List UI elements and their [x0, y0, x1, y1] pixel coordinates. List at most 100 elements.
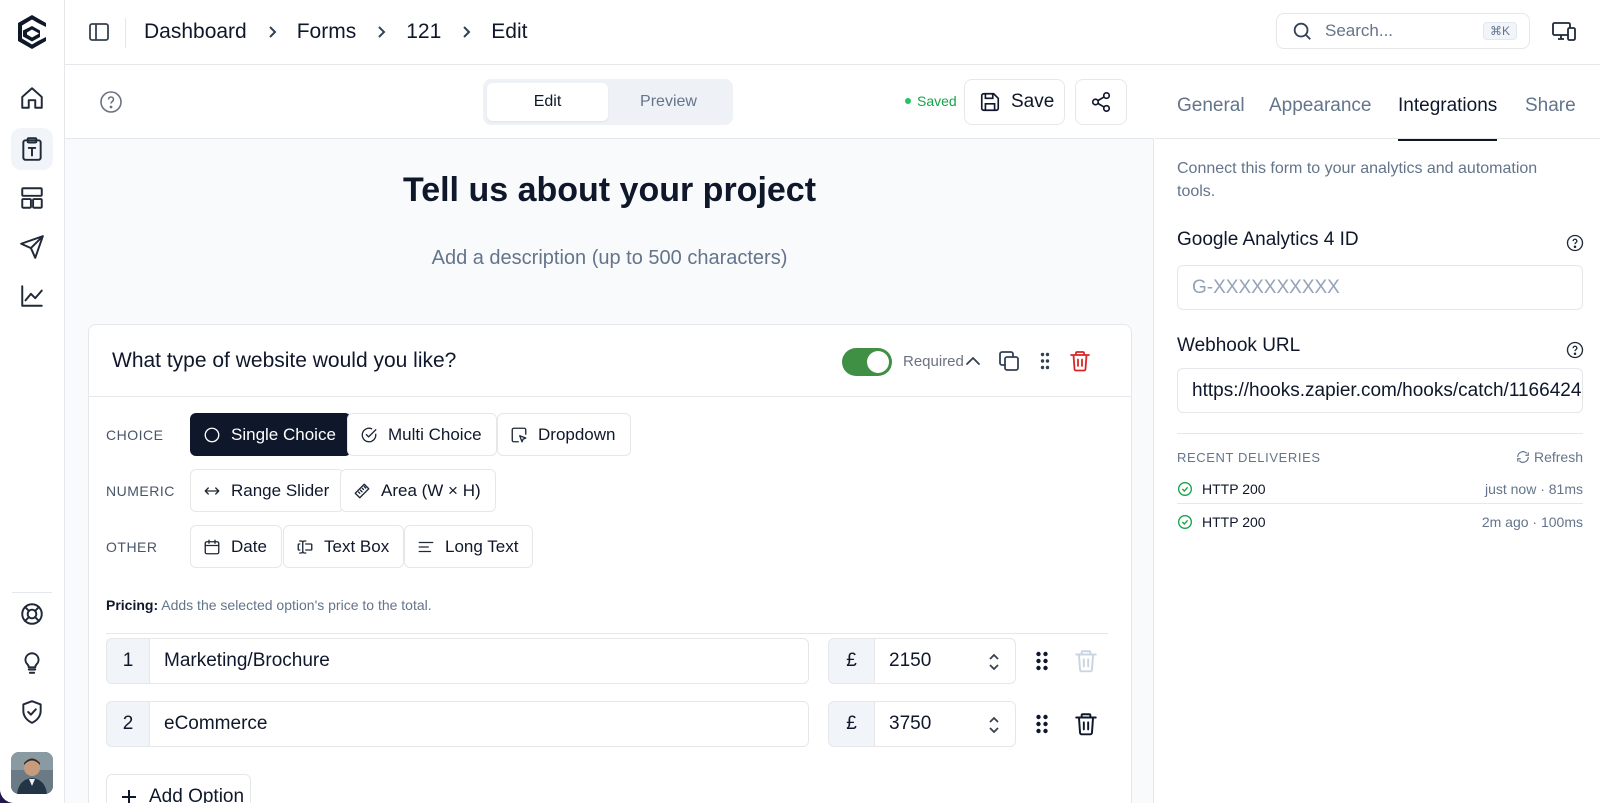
breadcrumb-form-id[interactable]: 121 [406, 20, 441, 44]
type-date[interactable]: Date [190, 525, 282, 568]
line-chart-icon [21, 285, 43, 307]
avatar-photo-icon [11, 752, 53, 794]
square-cursor-icon [511, 427, 527, 442]
webhook-url-label: Webhook URL [1177, 335, 1301, 356]
collapse-button[interactable] [961, 349, 985, 373]
delete-option-button[interactable] [1073, 711, 1099, 737]
option-label-input[interactable]: Marketing/Brochure [149, 638, 809, 684]
ga-help-button[interactable] [1566, 234, 1584, 252]
required-toggle[interactable] [842, 348, 892, 376]
search-input[interactable]: Search... ⌘K [1276, 13, 1530, 49]
stepper-icon[interactable] [987, 714, 1001, 736]
tab-integrations[interactable]: Integrations [1398, 95, 1498, 141]
breadcrumb-current: Edit [491, 20, 528, 43]
chip-label: Text Box [324, 536, 390, 556]
drag-question-handle[interactable] [1033, 349, 1057, 373]
duplicate-button[interactable] [997, 349, 1021, 373]
type-long-text[interactable]: Long Text [404, 525, 534, 568]
check-circle-icon [1178, 515, 1192, 529]
type-dropdown[interactable]: Dropdown [497, 413, 631, 456]
deliveries-divider [1177, 433, 1583, 434]
calendar-icon [204, 539, 220, 554]
share-button[interactable] [1075, 79, 1127, 125]
required-label: Required [903, 353, 964, 370]
delivery-item[interactable]: HTTP 200 just now · 81ms [1177, 473, 1583, 505]
tab-edit[interactable]: Edit [487, 83, 608, 121]
clipboard-text-icon [22, 137, 42, 161]
question-header: What type of website would you like? Req… [89, 325, 1131, 397]
search-icon [1293, 22, 1311, 40]
trash-icon [1075, 650, 1097, 673]
delivery-item[interactable]: HTTP 200 2m ago · 100ms [1177, 506, 1583, 538]
form-editor: Edit Preview Saved Save Tell us about yo… [65, 65, 1154, 803]
recent-deliveries-title: RECENT DELIVERIES [1177, 450, 1321, 465]
chevron-right-icon [456, 22, 476, 42]
circle-check-icon [361, 427, 377, 442]
options-divider [106, 633, 1108, 634]
nav-ideas[interactable] [11, 642, 53, 684]
ga-id-input[interactable]: G-XXXXXXXXXX [1177, 265, 1583, 310]
form-description-input[interactable]: Add a description (up to 500 characters) [65, 247, 1154, 270]
add-option-button[interactable]: Add Option [106, 774, 251, 803]
tab-appearance[interactable]: Appearance [1269, 95, 1371, 139]
device-preview-button[interactable] [1551, 19, 1577, 45]
check-circle-icon [1178, 482, 1192, 496]
option-price-value: 3750 [889, 713, 932, 734]
breadcrumb-dashboard[interactable]: Dashboard [144, 20, 247, 44]
nav-support[interactable] [11, 593, 53, 635]
app-logo-icon[interactable] [14, 13, 50, 51]
help-circle-icon [1566, 234, 1584, 252]
stepper-icon[interactable] [987, 651, 1001, 673]
webhook-url-input[interactable]: https://hooks.zapier.com/hooks/catch/116… [1177, 368, 1583, 413]
drag-option-handle[interactable] [1030, 712, 1054, 736]
life-buoy-icon [21, 603, 43, 625]
type-multi-choice[interactable]: Multi Choice [347, 413, 497, 456]
question-title[interactable]: What type of website would you like? [112, 349, 456, 373]
delete-option-button[interactable] [1073, 648, 1099, 674]
type-single-choice[interactable]: Single Choice [190, 413, 351, 456]
layout-icon [21, 187, 43, 209]
delivery-meta: just now · 81ms [1484, 481, 1583, 497]
refresh-label: Refresh [1533, 449, 1583, 465]
save-icon [980, 92, 1000, 112]
nav-campaigns[interactable] [11, 226, 53, 268]
help-button[interactable] [99, 90, 123, 114]
ruler-icon [354, 483, 370, 498]
pricing-label: Pricing: [106, 597, 159, 613]
refresh-button[interactable]: Refresh [1516, 449, 1583, 465]
edit-preview-switch: Edit Preview [483, 79, 733, 125]
save-button[interactable]: Save [964, 79, 1065, 125]
sidebar-toggle-button[interactable] [87, 20, 111, 44]
type-range-slider[interactable]: Range Slider [190, 469, 345, 512]
tab-preview[interactable]: Preview [608, 83, 729, 121]
option-price-input[interactable]: 2150 [874, 638, 1016, 684]
option-row: 1 Marketing/Brochure £ 2150 [106, 638, 1106, 684]
delete-question-button[interactable] [1068, 349, 1092, 373]
option-label-input[interactable]: eCommerce [149, 701, 809, 747]
tab-general[interactable]: General [1177, 95, 1245, 139]
form-title[interactable]: Tell us about your project [65, 171, 1154, 210]
user-avatar[interactable] [11, 752, 53, 794]
ga-id-label: Google Analytics 4 ID [1177, 229, 1359, 250]
nav-home[interactable] [11, 77, 53, 119]
nav-templates[interactable] [11, 177, 53, 219]
type-text-box[interactable]: Text Box [283, 525, 405, 568]
nav-security[interactable] [11, 691, 53, 733]
type-area[interactable]: Area (W × H) [340, 469, 496, 512]
option-number: 1 [106, 638, 149, 684]
search-shortcut: ⌘K [1482, 22, 1517, 40]
option-price-input[interactable]: 3750 [874, 701, 1016, 747]
breadcrumb-forms[interactable]: Forms [297, 20, 357, 44]
webhook-help-button[interactable] [1566, 341, 1584, 359]
monitor-smartphone-icon [1552, 22, 1576, 41]
delivery-status: HTTP 200 [1202, 481, 1266, 497]
chevron-up-icon [966, 357, 980, 365]
saved-label: Saved [917, 93, 957, 109]
drag-option-handle[interactable] [1030, 649, 1054, 673]
tab-share[interactable]: Share [1525, 95, 1576, 139]
trash-icon [1075, 713, 1097, 736]
nav-analytics[interactable] [11, 275, 53, 317]
chip-label: Area (W × H) [381, 480, 481, 500]
nav-forms[interactable] [11, 128, 53, 170]
text-cursor-input-icon [297, 539, 313, 554]
